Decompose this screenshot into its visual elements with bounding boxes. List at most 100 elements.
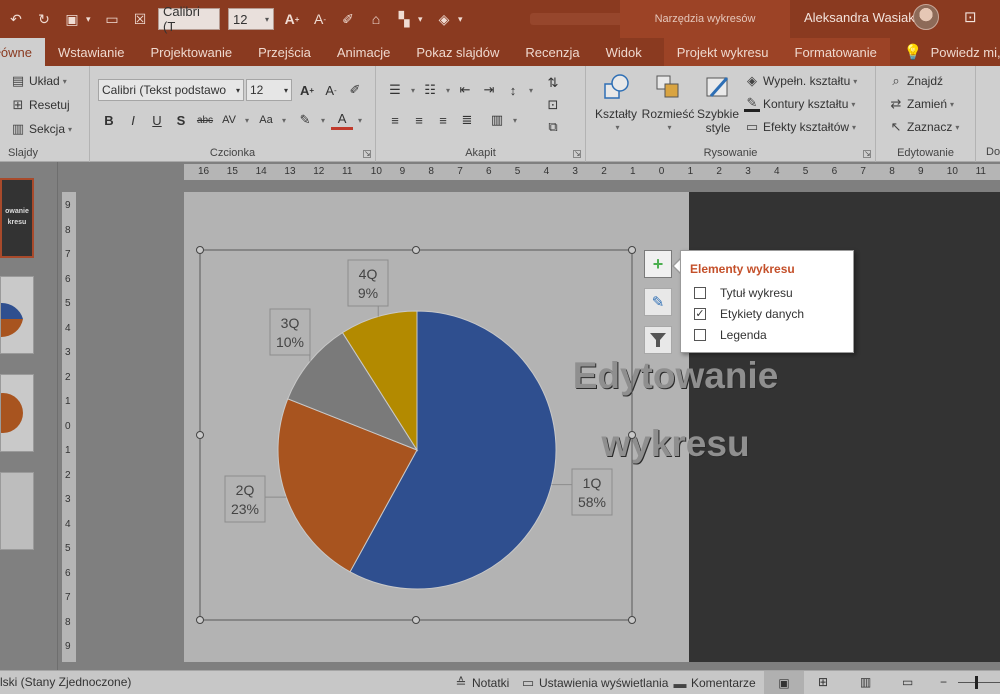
tab-format[interactable]: Formatowanie bbox=[781, 38, 890, 66]
zoom-slider-thumb[interactable] bbox=[975, 676, 978, 689]
clear-icon[interactable]: ☒ bbox=[129, 8, 151, 30]
section-button[interactable]: ▥ Sekcja ▾ bbox=[10, 121, 72, 137]
arrange-icon[interactable]: ▚ bbox=[393, 8, 415, 30]
slide-thumbnail-3[interactable] bbox=[0, 374, 34, 452]
notes-button[interactable]: ≙ Notatki bbox=[453, 675, 510, 691]
chevron-down-icon[interactable]: ▾ bbox=[358, 116, 362, 125]
change-case-icon[interactable]: Aa bbox=[255, 109, 277, 131]
font-size-combo[interactable]: 12 ▾ bbox=[246, 79, 292, 101]
shrink-font-icon[interactable]: A- bbox=[320, 79, 342, 101]
chevron-down-icon[interactable]: ▾ bbox=[529, 86, 533, 95]
shapes-button[interactable]: Kształty ▾ bbox=[592, 72, 640, 135]
tab-transitions[interactable]: Przejścia bbox=[245, 38, 324, 66]
qat-font-size-combo[interactable]: 12 ▾ bbox=[228, 8, 274, 30]
select-button[interactable]: ↖ Zaznacz ▾ bbox=[888, 119, 960, 135]
layout-button[interactable]: ▤ Układ ▾ bbox=[10, 73, 67, 89]
justify-icon[interactable]: ≣ bbox=[456, 109, 478, 131]
shadow-icon[interactable]: S bbox=[170, 109, 192, 131]
tab-review[interactable]: Recenzja bbox=[512, 38, 592, 66]
chevron-down-icon[interactable]: ▾ bbox=[282, 116, 286, 125]
tab-insert[interactable]: Wstawianie bbox=[45, 38, 137, 66]
shrink-font-icon[interactable]: A- bbox=[309, 8, 331, 30]
chevron-down-icon[interactable]: ▾ bbox=[411, 86, 415, 95]
chevron-down-icon[interactable]: ▾ bbox=[86, 14, 96, 25]
reset-button[interactable]: ⊞ Resetuj bbox=[10, 97, 70, 113]
char-spacing-icon[interactable]: AV bbox=[218, 109, 240, 131]
chevron-down-icon[interactable]: ▾ bbox=[446, 86, 450, 95]
align-text-icon[interactable]: ⊡ bbox=[542, 94, 564, 116]
font-dialog-launcher-icon[interactable]: ↘ bbox=[363, 150, 371, 158]
checkbox-data-labels[interactable]: ✓ bbox=[694, 308, 706, 320]
tab-slideshow[interactable]: Pokaz slajdów bbox=[403, 38, 512, 66]
find-button[interactable]: ⌕ Znajdź bbox=[888, 73, 943, 89]
shape-outline-button[interactable]: ✎ Kontury kształtu ▾ bbox=[744, 95, 855, 112]
clear-formatting-icon[interactable]: ✐ bbox=[344, 79, 366, 101]
tab-animations[interactable]: Animacje bbox=[324, 38, 403, 66]
align-left-icon[interactable]: ≡ bbox=[384, 109, 406, 131]
increase-indent-icon[interactable]: ⇥ bbox=[478, 79, 500, 101]
drawing-dialog-launcher-icon[interactable]: ↘ bbox=[863, 150, 871, 158]
grow-font-icon[interactable]: A + bbox=[296, 79, 318, 101]
chevron-down-icon[interactable]: ▾ bbox=[418, 14, 428, 25]
chevron-down-icon[interactable]: ▾ bbox=[458, 14, 468, 25]
ribbon-display-options-icon[interactable]: ⊡ bbox=[964, 8, 977, 26]
slide-thumbnail-1[interactable]: owanie kresu bbox=[0, 178, 34, 258]
chevron-down-icon[interactable]: ▾ bbox=[321, 116, 325, 125]
paragraph-dialog-launcher-icon[interactable]: ↘ bbox=[573, 150, 581, 158]
slide-thumbnail-4[interactable] bbox=[0, 472, 34, 550]
underline-icon[interactable]: U bbox=[146, 109, 168, 131]
chart-element-option-legend[interactable]: Legenda bbox=[694, 328, 767, 342]
slide-title[interactable]: Edytowanie wykresu bbox=[505, 342, 846, 478]
comments-button[interactable]: ▬ Komentarze bbox=[672, 675, 756, 691]
tab-view[interactable]: Widok bbox=[593, 38, 655, 66]
font-color-icon[interactable]: A bbox=[331, 110, 354, 130]
grow-font-icon[interactable]: A + bbox=[281, 8, 303, 30]
slide-thumbnail-2[interactable] bbox=[0, 276, 34, 354]
new-slide-icon[interactable]: ▭ bbox=[101, 8, 123, 30]
tab-home[interactable]: łówne bbox=[0, 38, 45, 66]
avatar[interactable] bbox=[913, 4, 939, 30]
highlight-icon[interactable]: ✎ bbox=[294, 109, 316, 131]
user-name[interactable]: Aleksandra Wasiak bbox=[804, 10, 915, 25]
arrange-button[interactable]: Rozmieść ▾ bbox=[640, 72, 696, 135]
convert-smartart-icon[interactable]: ⧉ bbox=[542, 116, 564, 138]
strikethrough-icon[interactable]: abc bbox=[194, 109, 216, 131]
shape-effects-button[interactable]: ▭ Efekty kształtów ▾ bbox=[744, 119, 856, 135]
replace-button[interactable]: ⇄ Zamień ▾ bbox=[888, 96, 954, 112]
checkbox-title[interactable] bbox=[694, 287, 706, 299]
bold-icon[interactable]: B bbox=[98, 109, 120, 131]
fill-bucket-icon[interactable]: ◈ bbox=[433, 8, 455, 30]
numbering-icon[interactable]: ☷ bbox=[419, 79, 441, 101]
tab-chart-design[interactable]: Projekt wykresu bbox=[663, 38, 782, 66]
normal-view-button[interactable]: ▣ bbox=[764, 671, 804, 694]
checkbox-legend[interactable] bbox=[694, 329, 706, 341]
language-status[interactable]: lski (Stany Zjednoczone) bbox=[0, 675, 131, 689]
reading-view-button[interactable]: ▥ bbox=[860, 675, 871, 689]
undo-icon[interactable]: ↶ bbox=[5, 8, 27, 30]
shape-fill-button[interactable]: ◈ Wypełn. kształtu ▾ bbox=[744, 73, 857, 89]
zoom-slider[interactable] bbox=[958, 682, 1000, 683]
tab-design[interactable]: Projektowanie bbox=[137, 38, 245, 66]
align-right-icon[interactable]: ≡ bbox=[432, 109, 454, 131]
chevron-down-icon[interactable]: ▾ bbox=[513, 116, 517, 125]
bullets-icon[interactable]: ☰ bbox=[384, 79, 406, 101]
chart-element-option-title[interactable]: Tytuł wykresu bbox=[694, 286, 793, 300]
font-name-combo[interactable]: Calibri (Tekst podstawo ▾ bbox=[98, 79, 244, 101]
tell-me-box[interactable]: 💡 Powiedz mi, co chcesz z bbox=[904, 38, 1000, 66]
quick-styles-button[interactable]: Szybkie style bbox=[696, 72, 740, 135]
camera-icon[interactable]: ⌂ bbox=[365, 8, 387, 30]
line-spacing-icon[interactable]: ↕ bbox=[502, 79, 524, 101]
repeat-icon[interactable]: ↻ bbox=[33, 8, 55, 30]
zoom-out-button[interactable]: − bbox=[940, 675, 947, 689]
chart-elements-button[interactable]: + bbox=[644, 250, 672, 278]
qat-font-name-combo[interactable]: Calibri (T bbox=[158, 4, 220, 34]
eraser-icon[interactable]: ✐ bbox=[337, 8, 359, 30]
slide-sorter-button[interactable]: ⊞ bbox=[818, 675, 828, 689]
slideshow-button[interactable]: ▭ bbox=[902, 675, 913, 689]
chart-filters-button[interactable] bbox=[644, 326, 672, 354]
text-direction-icon[interactable]: ⇅ bbox=[542, 72, 564, 94]
italic-icon[interactable]: I bbox=[122, 109, 144, 131]
columns-icon[interactable]: ▥ bbox=[486, 109, 508, 131]
chart-element-option-data-labels[interactable]: ✓ Etykiety danych bbox=[694, 307, 804, 321]
decrease-indent-icon[interactable]: ⇤ bbox=[454, 79, 476, 101]
